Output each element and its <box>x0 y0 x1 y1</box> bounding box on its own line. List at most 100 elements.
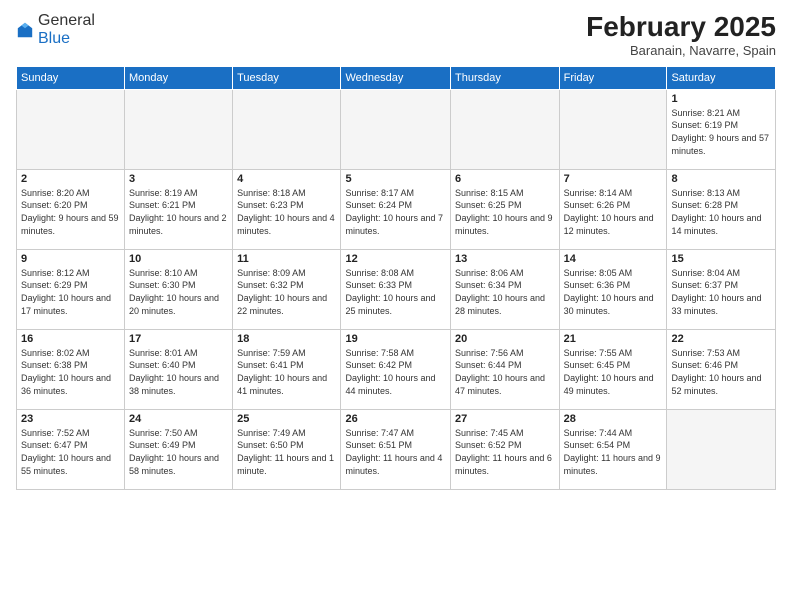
day-info: Sunrise: 7:49 AM Sunset: 6:50 PM Dayligh… <box>237 427 336 477</box>
day-info: Sunrise: 7:52 AM Sunset: 6:47 PM Dayligh… <box>21 427 120 477</box>
calendar-cell: 2 Sunrise: 8:20 AM Sunset: 6:20 PM Daylig… <box>17 169 125 249</box>
logo: General Blue <box>16 12 95 48</box>
calendar-header-wednesday: Wednesday <box>341 66 451 89</box>
calendar-cell: 21 Sunrise: 7:55 AM Sunset: 6:45 PM Dayli… <box>559 329 667 409</box>
calendar-cell <box>667 409 776 489</box>
day-info: Sunrise: 8:10 AM Sunset: 6:30 PM Dayligh… <box>129 267 228 317</box>
calendar-cell: 9Sunrise: 8:12 AM Sunset: 6:29 PM Daylig… <box>17 249 125 329</box>
calendar-table: SundayMondayTuesdayWednesdayThursdayFrid… <box>16 66 776 490</box>
calendar-cell <box>450 89 559 169</box>
day-number: 7 <box>564 173 663 185</box>
day-number: 1 <box>671 93 771 105</box>
header: General Blue February 2025 Baranain, Nav… <box>16 12 776 58</box>
calendar-header-friday: Friday <box>559 66 667 89</box>
day-info: Sunrise: 7:44 AM Sunset: 6:54 PM Dayligh… <box>564 427 663 477</box>
page: General Blue February 2025 Baranain, Nav… <box>0 0 792 612</box>
calendar-cell: 13 Sunrise: 8:06 AM Sunset: 6:34 PM Dayli… <box>450 249 559 329</box>
day-info: Sunrise: 8:20 AM Sunset: 6:20 PM Dayligh… <box>21 187 120 237</box>
day-info: Sunrise: 7:59 AM Sunset: 6:41 PM Dayligh… <box>237 347 336 397</box>
day-number: 27 <box>455 413 555 425</box>
calendar-cell: 15Sunrise: 8:04 AM Sunset: 6:37 PM Dayli… <box>667 249 776 329</box>
calendar-cell: 19 Sunrise: 7:58 AM Sunset: 6:42 PM Dayli… <box>341 329 451 409</box>
day-number: 25 <box>237 413 336 425</box>
day-info: Sunrise: 7:55 AM Sunset: 6:45 PM Dayligh… <box>564 347 663 397</box>
day-number: 14 <box>564 253 663 265</box>
day-number: 11 <box>237 253 336 265</box>
day-info: Sunrise: 7:58 AM Sunset: 6:42 PM Dayligh… <box>345 347 446 397</box>
day-number: 13 <box>455 253 555 265</box>
calendar-cell: 20 Sunrise: 7:56 AM Sunset: 6:44 PM Dayli… <box>450 329 559 409</box>
calendar-cell: 3 Sunrise: 8:19 AM Sunset: 6:21 PM Daylig… <box>125 169 233 249</box>
logo-general-text: General <box>38 12 95 29</box>
calendar-cell: 10 Sunrise: 8:10 AM Sunset: 6:30 PM Dayli… <box>125 249 233 329</box>
calendar-cell <box>559 89 667 169</box>
calendar-cell: 12Sunrise: 8:08 AM Sunset: 6:33 PM Dayli… <box>341 249 451 329</box>
logo-icon <box>16 21 34 39</box>
day-number: 3 <box>129 173 228 185</box>
calendar-cell: 14 Sunrise: 8:05 AM Sunset: 6:36 PM Dayli… <box>559 249 667 329</box>
day-number: 17 <box>129 333 228 345</box>
calendar-header-row: SundayMondayTuesdayWednesdayThursdayFrid… <box>17 66 776 89</box>
title-block: February 2025 Baranain, Navarre, Spain <box>586 12 776 58</box>
day-info: Sunrise: 8:18 AM Sunset: 6:23 PM Dayligh… <box>237 187 336 237</box>
calendar-week-0: 1 Sunrise: 8:21 AM Sunset: 6:19 PM Daylig… <box>17 89 776 169</box>
month-title: February 2025 <box>586 12 776 43</box>
day-number: 9 <box>21 253 120 265</box>
day-info: Sunrise: 7:56 AM Sunset: 6:44 PM Dayligh… <box>455 347 555 397</box>
calendar-header-tuesday: Tuesday <box>233 66 341 89</box>
calendar-week-2: 9Sunrise: 8:12 AM Sunset: 6:29 PM Daylig… <box>17 249 776 329</box>
day-number: 21 <box>564 333 663 345</box>
calendar-cell: 28 Sunrise: 7:44 AM Sunset: 6:54 PM Dayli… <box>559 409 667 489</box>
calendar-cell <box>125 89 233 169</box>
calendar-cell <box>233 89 341 169</box>
day-info: Sunrise: 8:21 AM Sunset: 6:19 PM Dayligh… <box>671 107 771 157</box>
day-number: 2 <box>21 173 120 185</box>
day-number: 26 <box>345 413 446 425</box>
day-number: 22 <box>671 333 771 345</box>
location: Baranain, Navarre, Spain <box>586 43 776 58</box>
day-info: Sunrise: 8:17 AM Sunset: 6:24 PM Dayligh… <box>345 187 446 237</box>
day-info: Sunrise: 8:09 AM Sunset: 6:32 PM Dayligh… <box>237 267 336 317</box>
day-number: 8 <box>671 173 771 185</box>
calendar-cell: 1 Sunrise: 8:21 AM Sunset: 6:19 PM Daylig… <box>667 89 776 169</box>
day-info: Sunrise: 7:47 AM Sunset: 6:51 PM Dayligh… <box>345 427 446 477</box>
calendar-header-thursday: Thursday <box>450 66 559 89</box>
day-number: 23 <box>21 413 120 425</box>
day-number: 4 <box>237 173 336 185</box>
calendar-cell: 6Sunrise: 8:15 AM Sunset: 6:25 PM Daylig… <box>450 169 559 249</box>
day-number: 20 <box>455 333 555 345</box>
day-info: Sunrise: 8:05 AM Sunset: 6:36 PM Dayligh… <box>564 267 663 317</box>
day-info: Sunrise: 8:06 AM Sunset: 6:34 PM Dayligh… <box>455 267 555 317</box>
calendar-week-3: 16Sunrise: 8:02 AM Sunset: 6:38 PM Dayli… <box>17 329 776 409</box>
day-number: 19 <box>345 333 446 345</box>
day-info: Sunrise: 8:13 AM Sunset: 6:28 PM Dayligh… <box>671 187 771 237</box>
calendar-header-monday: Monday <box>125 66 233 89</box>
day-number: 15 <box>671 253 771 265</box>
day-number: 10 <box>129 253 228 265</box>
calendar-cell: 26 Sunrise: 7:47 AM Sunset: 6:51 PM Dayli… <box>341 409 451 489</box>
calendar-header-sunday: Sunday <box>17 66 125 89</box>
day-info: Sunrise: 7:45 AM Sunset: 6:52 PM Dayligh… <box>455 427 555 477</box>
day-info: Sunrise: 7:53 AM Sunset: 6:46 PM Dayligh… <box>671 347 771 397</box>
calendar-cell: 16Sunrise: 8:02 AM Sunset: 6:38 PM Dayli… <box>17 329 125 409</box>
day-info: Sunrise: 8:14 AM Sunset: 6:26 PM Dayligh… <box>564 187 663 237</box>
calendar-cell: 11 Sunrise: 8:09 AM Sunset: 6:32 PM Dayli… <box>233 249 341 329</box>
calendar-cell: 27 Sunrise: 7:45 AM Sunset: 6:52 PM Dayli… <box>450 409 559 489</box>
day-info: Sunrise: 8:19 AM Sunset: 6:21 PM Dayligh… <box>129 187 228 237</box>
day-info: Sunrise: 8:08 AM Sunset: 6:33 PM Dayligh… <box>345 267 446 317</box>
calendar-cell: 25 Sunrise: 7:49 AM Sunset: 6:50 PM Dayli… <box>233 409 341 489</box>
calendar-cell: 24Sunrise: 7:50 AM Sunset: 6:49 PM Dayli… <box>125 409 233 489</box>
day-number: 18 <box>237 333 336 345</box>
calendar-cell <box>17 89 125 169</box>
calendar-cell: 4 Sunrise: 8:18 AM Sunset: 6:23 PM Daylig… <box>233 169 341 249</box>
day-number: 28 <box>564 413 663 425</box>
day-number: 24 <box>129 413 228 425</box>
calendar-cell: 8 Sunrise: 8:13 AM Sunset: 6:28 PM Daylig… <box>667 169 776 249</box>
calendar-cell: 5Sunrise: 8:17 AM Sunset: 6:24 PM Daylig… <box>341 169 451 249</box>
day-info: Sunrise: 8:02 AM Sunset: 6:38 PM Dayligh… <box>21 347 120 397</box>
calendar-week-1: 2 Sunrise: 8:20 AM Sunset: 6:20 PM Daylig… <box>17 169 776 249</box>
day-number: 6 <box>455 173 555 185</box>
logo-blue-text: Blue <box>38 30 70 47</box>
calendar-header-saturday: Saturday <box>667 66 776 89</box>
calendar-cell: 17Sunrise: 8:01 AM Sunset: 6:40 PM Dayli… <box>125 329 233 409</box>
